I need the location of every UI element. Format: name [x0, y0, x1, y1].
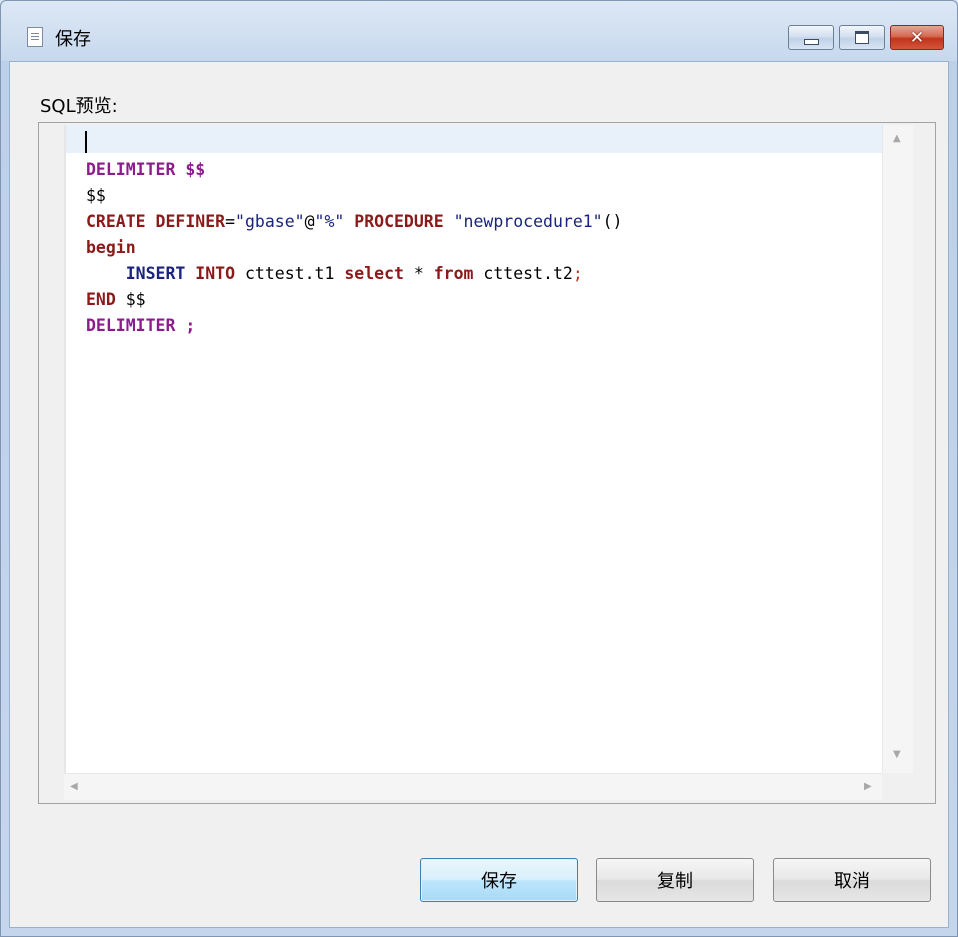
sql-code[interactable]: DELIMITER $$ $$ CREATE DEFINER="gbase"@"%"…: [86, 157, 623, 339]
close-button[interactable]: ✕: [890, 25, 944, 50]
sql-preview-label: SQL预览:: [40, 96, 118, 117]
code-token: (): [602, 212, 623, 231]
maximize-icon: [855, 31, 869, 44]
close-icon: ✕: [909, 27, 925, 48]
minimize-button[interactable]: [788, 25, 834, 50]
copy-button[interactable]: 复制: [596, 858, 754, 902]
code-token: $$: [185, 160, 206, 179]
vertical-scrollbar[interactable]: ▲ ▼: [882, 125, 913, 773]
code-token: INSERT: [125, 264, 186, 283]
dialog-body: SQL预览: DELIMITER $$ $$ CREATE DEFINER="gba…: [9, 61, 949, 928]
horizontal-scrollbar[interactable]: ◀ ▶: [64, 773, 882, 800]
code-token: $$: [86, 186, 106, 205]
code-line: END $$: [86, 287, 623, 313]
code-line: CREATE DEFINER="gbase"@"%" PROCEDURE "ne…: [86, 209, 623, 235]
code-token: DELIMITER: [86, 160, 186, 179]
document-icon: [27, 27, 43, 47]
code-line: DELIMITER $$: [86, 157, 623, 183]
code-token: DELIMITER ;: [86, 316, 196, 335]
code-token: select: [344, 264, 404, 283]
save-dialog-window: 保存 ✕ SQL预览: DELIMITER $$ $$ CREATE DEFINER…: [0, 0, 958, 937]
sql-editor-frame: DELIMITER $$ $$ CREATE DEFINER="gbase"@"%"…: [38, 122, 936, 804]
window-title: 保存: [55, 29, 91, 50]
scroll-right-icon[interactable]: ▶: [864, 781, 872, 792]
code-token: cttest.t2: [473, 264, 573, 283]
title-bar[interactable]: 保存 ✕: [1, 1, 957, 61]
code-token: DEFINER: [155, 212, 226, 231]
code-token: begin: [86, 238, 136, 257]
code-line: begin: [86, 235, 623, 261]
scroll-down-icon[interactable]: ▼: [893, 749, 901, 760]
code-token: $$: [115, 290, 146, 309]
sql-editor[interactable]: DELIMITER $$ $$ CREATE DEFINER="gbase"@"%"…: [64, 125, 882, 773]
current-line-highlight: [66, 125, 882, 153]
text-caret: [85, 131, 87, 153]
scroll-left-icon[interactable]: ◀: [70, 781, 78, 792]
code-token: cttest.t1: [235, 264, 345, 283]
code-token: CREATE: [86, 212, 156, 231]
code-line: INSERT INTO cttest.t1 select * from ctte…: [86, 261, 623, 287]
save-button[interactable]: 保存: [420, 858, 578, 902]
cancel-button[interactable]: 取消: [773, 858, 931, 902]
maximize-button[interactable]: [839, 25, 885, 50]
minimize-icon: [803, 38, 819, 45]
code-token: PROCEDURE: [354, 212, 444, 231]
code-token: "gbase": [235, 212, 305, 231]
code-token: from: [433, 264, 474, 283]
scroll-up-icon[interactable]: ▲: [893, 133, 901, 144]
code-token: END: [86, 290, 116, 309]
code-token: *: [403, 264, 434, 283]
code-token: INTO: [195, 264, 236, 283]
code-token: "%": [314, 212, 345, 231]
code-line: $$: [86, 183, 623, 209]
code-line: DELIMITER ;: [86, 313, 623, 339]
code-token: "newprocedure1": [453, 212, 603, 231]
code-token: ;: [572, 264, 583, 283]
code-token: =: [225, 212, 236, 231]
code-token: @: [304, 212, 315, 231]
